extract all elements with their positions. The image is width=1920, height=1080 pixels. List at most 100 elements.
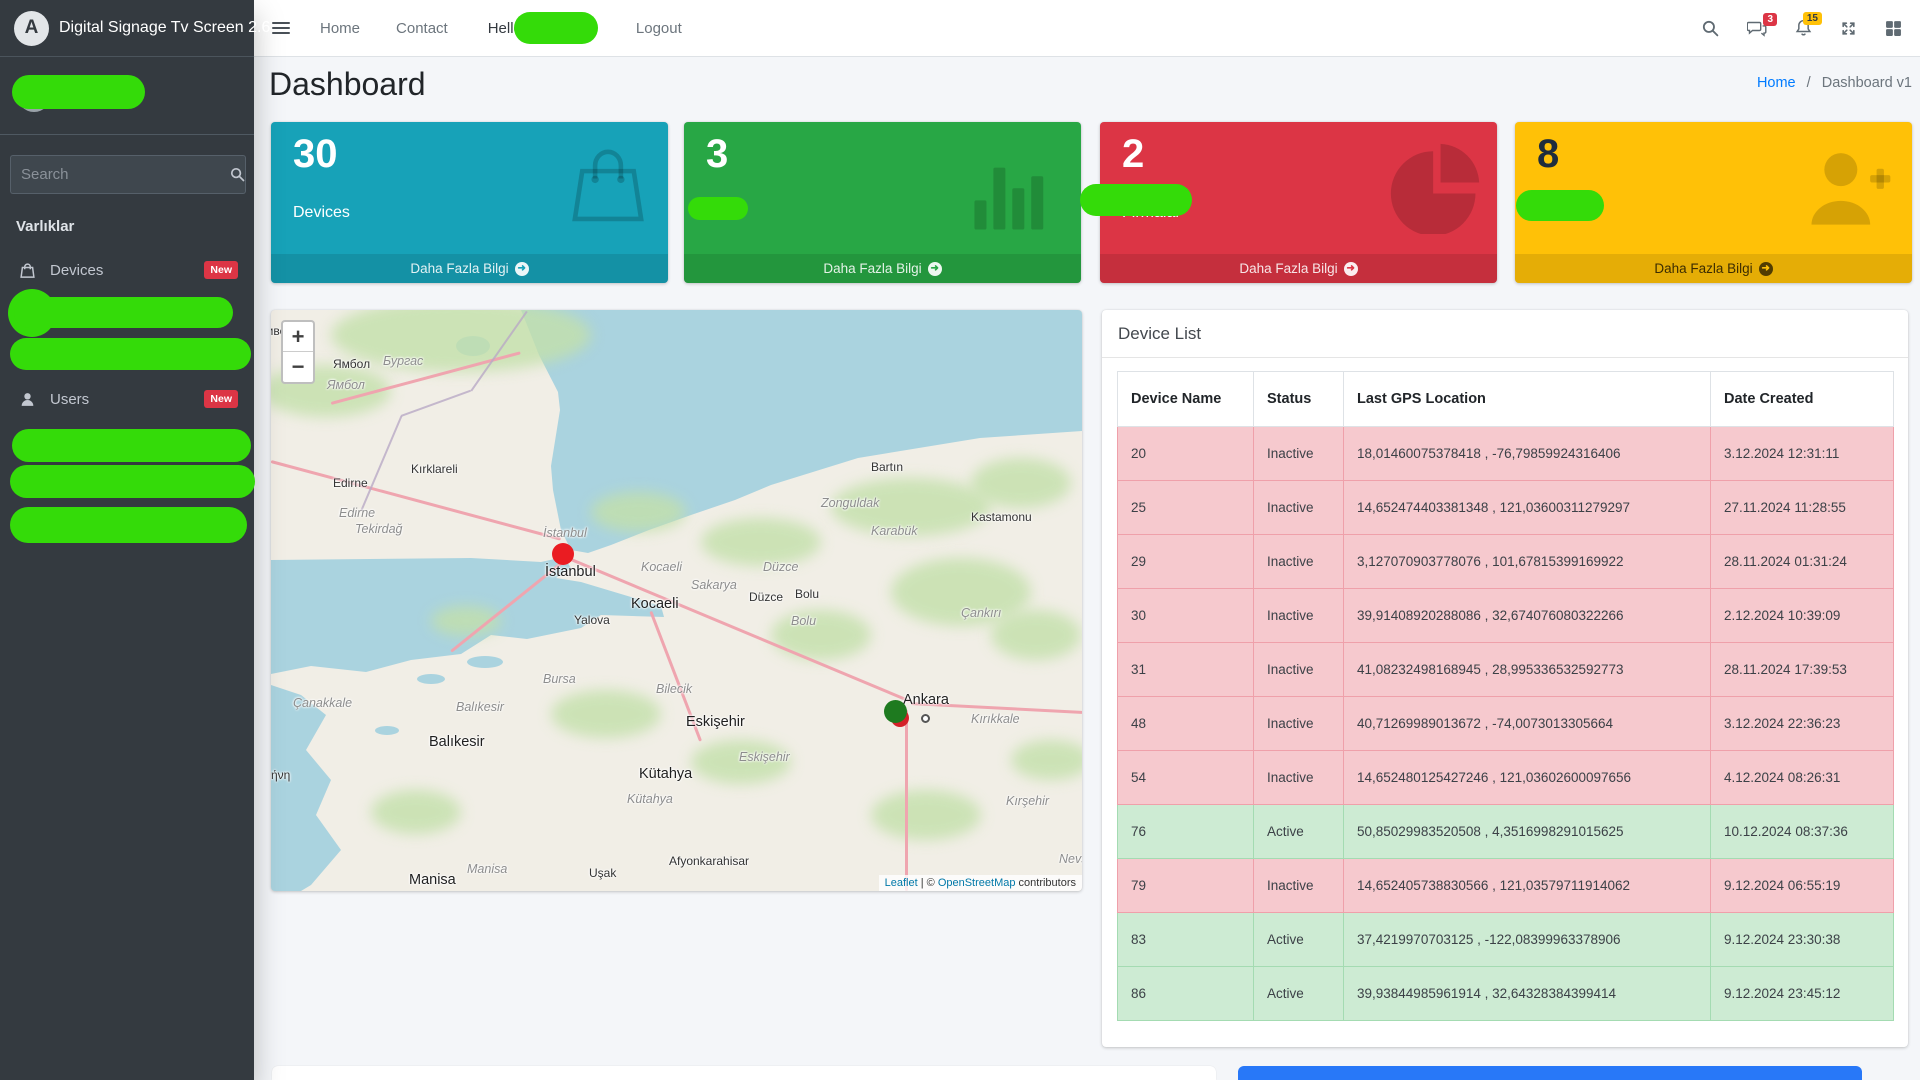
infobox-value: 2: [1122, 132, 1144, 177]
nav-link-home[interactable]: Home: [320, 20, 360, 37]
lake: [375, 726, 399, 735]
cell-gps: 50,85029983520508 , 4,3516998291015625: [1344, 805, 1711, 859]
infobox-value: 3: [706, 132, 728, 177]
breadcrumb: Home / Dashboard v1: [1757, 75, 1912, 91]
infobox-footer-link[interactable]: Daha Fazla Bilgi ➜: [271, 254, 668, 283]
map-place-label: Bolu: [795, 587, 819, 601]
table-row[interactable]: 54Inactive14,652480125427246 , 121,03602…: [1118, 751, 1894, 805]
map-place-label: Nevş: [1059, 852, 1082, 866]
sidebar-item-users[interactable]: Users New: [0, 381, 254, 417]
map-place-label: Edirne: [333, 476, 368, 490]
nav-link-logout[interactable]: Logout: [636, 20, 682, 37]
cell-date: 3.12.2024 22:36:23: [1711, 697, 1894, 751]
leaflet-link[interactable]: Leaflet: [885, 877, 918, 889]
map-place-label: Bilecik: [656, 682, 692, 696]
table-row[interactable]: 76Active50,85029983520508 , 4,3516998291…: [1118, 805, 1894, 859]
table-row[interactable]: 48Inactive40,71269989013672 , -74,007301…: [1118, 697, 1894, 751]
table-row[interactable]: 25Inactive14,652474403381348 , 121,03600…: [1118, 481, 1894, 535]
cell-status: Active: [1254, 805, 1344, 859]
map-place-label: Yalova: [574, 613, 610, 627]
cell-date: 28.11.2024 17:39:53: [1711, 643, 1894, 697]
ankara-city-ring[interactable]: [921, 714, 930, 723]
brand-title: Digital Signage Tv Screen 2.6: [59, 19, 270, 37]
istanbul-marker[interactable]: [552, 543, 574, 565]
cell-device-name: 25: [1118, 481, 1254, 535]
new-badge: New: [204, 261, 238, 279]
map-place-label: Tekirdağ: [355, 522, 403, 536]
table-row[interactable]: 79Inactive14,652405738830566 , 121,03579…: [1118, 859, 1894, 913]
cell-device-name: 20: [1118, 427, 1254, 481]
map-attribution: Leaflet | © OpenStreetMap contributors: [879, 875, 1082, 891]
table-row[interactable]: 20Inactive18,01460075378418 , -76,798599…: [1118, 427, 1894, 481]
map-place-label: Kocaeli: [641, 560, 682, 574]
breadcrumb-separator: /: [1807, 75, 1811, 91]
infobox-footer-link[interactable]: Daha Fazla Bilgi ➜: [1100, 254, 1497, 283]
cell-gps: 14,652480125427246 , 121,03602600097656: [1344, 751, 1711, 805]
top-navbar: Home Contact Hello Logout 3 15: [254, 0, 1920, 57]
map-place-label: Manisa: [467, 862, 507, 876]
cell-device-name: 54: [1118, 751, 1254, 805]
sidebar-item-label: Devices: [50, 262, 103, 279]
redaction-blob: [10, 465, 255, 498]
cell-device-name: 76: [1118, 805, 1254, 859]
cell-date: 4.12.2024 08:26:31: [1711, 751, 1894, 805]
cell-status: Active: [1254, 967, 1344, 1021]
brand[interactable]: A Digital Signage Tv Screen 2.6: [0, 0, 254, 57]
bottom-card-partial: [272, 1066, 1216, 1080]
redaction-blob: [688, 197, 748, 220]
messages-icon[interactable]: 3: [1747, 20, 1767, 37]
map-place-label: Eskişehir: [739, 750, 790, 764]
infobox-footer-link[interactable]: Daha Fazla Bilgi ➜: [684, 254, 1081, 283]
column-header-gps[interactable]: Last GPS Location: [1344, 372, 1711, 427]
search-icon: [230, 167, 245, 182]
zoom-out-button[interactable]: −: [283, 352, 313, 382]
sidebar-item-devices[interactable]: Devices New: [0, 252, 254, 288]
navbar-search-icon[interactable]: [1702, 20, 1719, 37]
map-place-label: Edirne: [339, 506, 375, 520]
map-place-label: Ямбол: [327, 378, 365, 392]
cell-status: Inactive: [1254, 643, 1344, 697]
user-icon: [16, 391, 38, 408]
openstreetmap-link[interactable]: OpenStreetMap: [938, 877, 1016, 889]
map-place-label: Бургас: [383, 354, 423, 368]
map-place-label: Karabük: [871, 524, 918, 538]
map[interactable]: СливенЯмболЯмболБургасEdirneEdirneKırkla…: [271, 310, 1082, 891]
table-row[interactable]: 31Inactive41,08232498168945 , 28,9953365…: [1118, 643, 1894, 697]
table-row[interactable]: 30Inactive39,91408920288086 , 32,6740760…: [1118, 589, 1894, 643]
map-place-label: Manisa: [409, 872, 456, 888]
table-row[interactable]: 86Active39,93844985961914 , 32,643283843…: [1118, 967, 1894, 1021]
messages-badge: 3: [1763, 13, 1777, 26]
grid-menu-icon[interactable]: [1885, 20, 1902, 37]
new-badge: New: [204, 390, 238, 408]
fullscreen-icon[interactable]: [1840, 20, 1857, 37]
redaction-blob: [514, 12, 598, 44]
column-header-date[interactable]: Date Created: [1711, 372, 1894, 427]
cell-gps: 14,652474403381348 , 121,03600311279297: [1344, 481, 1711, 535]
shopping-bag-icon: [16, 262, 38, 279]
table-row[interactable]: 83Active37,4219970703125 , -122,08399963…: [1118, 913, 1894, 967]
infobox-footer-link[interactable]: Daha Fazla Bilgi ➜: [1515, 254, 1912, 283]
zoom-in-button[interactable]: +: [283, 322, 313, 352]
column-header-status[interactable]: Status: [1254, 372, 1344, 427]
cell-device-name: 31: [1118, 643, 1254, 697]
table-row[interactable]: 29Inactive3,127070903778076 , 101,678153…: [1118, 535, 1894, 589]
breadcrumb-home-link[interactable]: Home: [1757, 75, 1796, 91]
person-add-icon: [1804, 144, 1896, 232]
column-header-device-name[interactable]: Device Name: [1118, 372, 1254, 427]
search-input[interactable]: [10, 155, 230, 194]
map-place-label: Balıkesir: [456, 700, 504, 714]
map-place-label: Ankara: [903, 692, 949, 708]
sidebar-toggle-icon[interactable]: [272, 20, 290, 36]
map-place-label: Uşak: [589, 866, 616, 880]
map-place-label: Bartın: [871, 460, 903, 474]
notifications-bell-icon[interactable]: 15: [1795, 19, 1812, 37]
ankara-marker[interactable]: [884, 700, 907, 723]
map-place-label: Çankırı: [961, 606, 1001, 620]
redaction-blob: [12, 429, 251, 462]
redaction-blob: [1516, 190, 1604, 221]
cell-date: 28.11.2024 01:31:24: [1711, 535, 1894, 589]
search-button[interactable]: [230, 155, 246, 194]
table-header-row: Device Name Status Last GPS Location Dat…: [1118, 372, 1894, 427]
nav-link-contact[interactable]: Contact: [396, 20, 448, 37]
device-list-title: Device List: [1102, 310, 1908, 358]
